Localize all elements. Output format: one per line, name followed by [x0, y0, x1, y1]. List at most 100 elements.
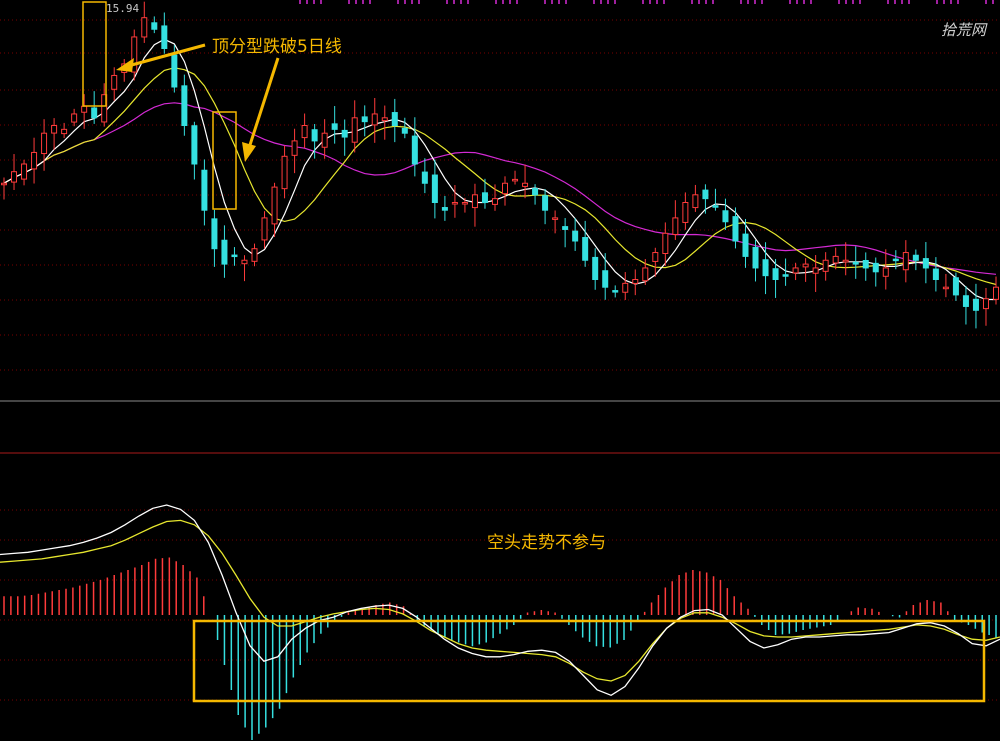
candle-up: [552, 217, 559, 220]
candle-up: [652, 252, 659, 262]
candle-down: [171, 54, 178, 88]
candle-down: [361, 116, 368, 123]
candle-down: [722, 210, 729, 223]
candle-up: [642, 267, 649, 282]
candle-up: [291, 140, 298, 156]
candle-up: [451, 202, 458, 205]
candle-down: [391, 112, 398, 126]
candle-up: [141, 17, 148, 38]
candle-up: [61, 128, 68, 135]
candle-down: [872, 262, 879, 273]
candle-up: [251, 248, 258, 262]
candle-up: [822, 259, 829, 272]
annotation-top-fractal: 顶分型跌破5日线: [212, 37, 342, 57]
candle-up: [461, 202, 468, 205]
candle-up: [982, 298, 989, 310]
candle-up: [502, 182, 509, 195]
candle-down: [161, 25, 168, 49]
candle-up: [622, 282, 629, 293]
candle-up: [792, 267, 799, 274]
candle-down: [862, 260, 869, 269]
candle-down: [712, 205, 719, 208]
candle-up: [993, 286, 999, 300]
candle-down: [401, 127, 408, 134]
candle-down: [572, 230, 579, 242]
candle-down: [221, 239, 228, 265]
candle-up: [281, 155, 288, 190]
candle-down: [191, 125, 198, 165]
candle-down: [421, 171, 428, 184]
candle-up: [31, 151, 38, 170]
candle-down: [852, 261, 859, 265]
watermark-logo: 拾荒网: [941, 21, 987, 39]
candle-down: [592, 256, 599, 281]
arrow-head-1: [116, 58, 134, 72]
candle-up: [381, 117, 388, 122]
candle-down: [952, 277, 959, 296]
candle-down: [181, 85, 188, 126]
ma10-line: [3, 67, 997, 286]
ma20-line: [3, 102, 997, 275]
candle-up: [942, 286, 949, 290]
candle-up: [812, 267, 819, 274]
candle-up: [902, 252, 909, 271]
highlight-box-first-fractal: [82, 1, 107, 107]
annotation-overlay: [82, 1, 986, 703]
candlestick-series: [1, 1, 999, 329]
candle-up: [882, 267, 889, 277]
candle-down: [742, 233, 749, 257]
candle-up: [71, 113, 78, 123]
candle-down: [341, 129, 348, 138]
candle-up: [672, 217, 679, 235]
candle-up: [662, 232, 669, 254]
candle-up: [512, 178, 519, 182]
candle-down: [752, 246, 759, 269]
candle-down: [922, 258, 929, 269]
candle-down: [962, 295, 969, 307]
candle-up: [261, 217, 268, 241]
candle-down: [612, 290, 619, 293]
candle-down: [201, 169, 208, 211]
candle-up: [522, 182, 529, 187]
candle-up: [81, 105, 88, 113]
candle-down: [562, 226, 569, 230]
candle-down: [311, 129, 318, 142]
candle-up: [301, 125, 308, 139]
candle-down: [582, 237, 589, 261]
candle-up: [241, 259, 248, 265]
candle-down: [91, 107, 98, 119]
candle-up: [351, 117, 358, 143]
arrow-shaft-2: [247, 57, 280, 149]
candle-up: [682, 202, 689, 223]
macd-histogram: [3, 557, 997, 740]
candle-down: [972, 298, 979, 311]
candle-down: [331, 123, 338, 130]
candle-up: [471, 194, 478, 209]
stock-chart: [0, 0, 1000, 740]
candle-up: [802, 263, 809, 268]
candle-up: [832, 255, 839, 264]
candle-up: [1, 182, 7, 186]
candle-up: [491, 198, 498, 205]
candle-down: [732, 216, 739, 242]
candle-down: [411, 135, 418, 165]
candle-down: [481, 192, 488, 204]
candle-up: [41, 132, 48, 155]
candle-up: [632, 279, 639, 284]
candle-down: [431, 174, 438, 204]
candle-up: [51, 125, 58, 134]
candle-up: [842, 259, 849, 263]
candle-up: [11, 171, 18, 183]
candle-down: [542, 195, 549, 211]
candle-up: [321, 132, 328, 148]
candle-up: [692, 194, 699, 209]
candle-up: [371, 113, 378, 126]
price-grid: [0, 0, 1000, 701]
candle-down: [932, 268, 939, 281]
candle-down: [762, 259, 769, 277]
annotation-bearish-trend: 空头走势不参与: [487, 533, 606, 553]
candle-down: [772, 268, 779, 281]
candle-down: [151, 22, 158, 30]
candle-down: [702, 189, 709, 200]
candle-down: [532, 188, 539, 196]
